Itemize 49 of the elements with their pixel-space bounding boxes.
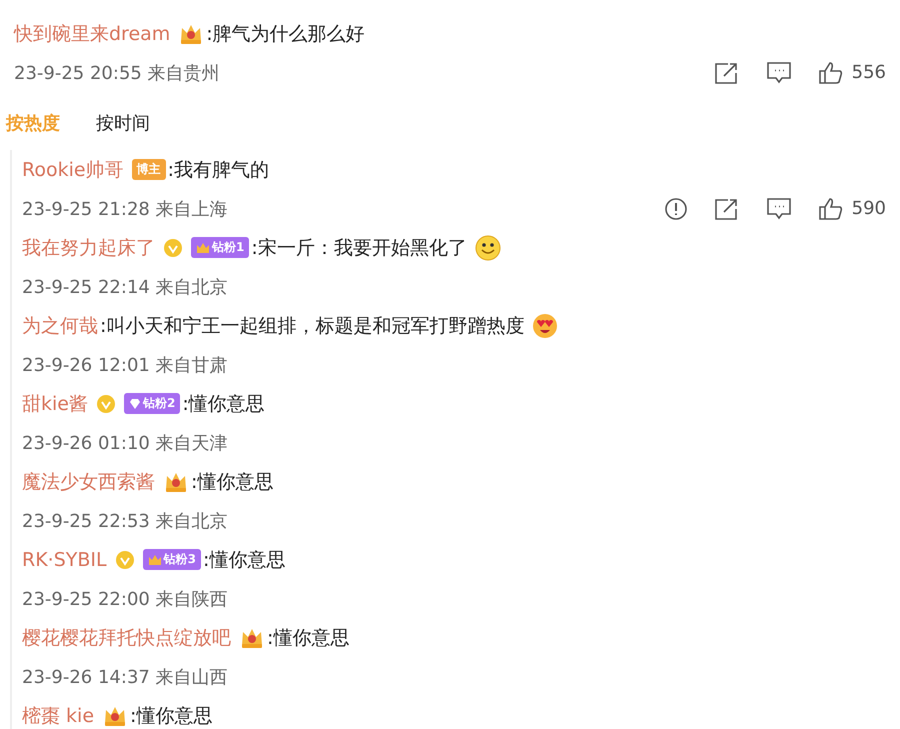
- like-count: 590: [852, 198, 886, 219]
- comment-text: :懂你意思: [130, 704, 212, 728]
- share-icon[interactable]: [714, 60, 740, 84]
- timestamp-location: 23-9-25 22:14 来自北京: [22, 276, 229, 298]
- comment-text: :脾气为什么那么好: [206, 22, 365, 46]
- fan-level-tag: 钻粉1: [191, 237, 250, 258]
- share-icon[interactable]: [714, 196, 740, 220]
- comment-text: :叫小天和宁王一起组排，标题是和冠军打野蹭热度: [100, 314, 524, 338]
- comment-text: :我有脾气的: [168, 158, 269, 182]
- sort-tab[interactable]: 按时间: [96, 111, 150, 135]
- like-count: 556: [852, 62, 886, 83]
- username[interactable]: 甜kie酱: [22, 390, 88, 416]
- comment-text: :宋一斤：我要开始黑化了: [251, 236, 467, 260]
- blogger-tag: 博主: [132, 159, 166, 180]
- report-icon[interactable]: [664, 196, 688, 220]
- username[interactable]: RK·SYBIL: [22, 548, 107, 570]
- comment-icon[interactable]: [766, 60, 792, 84]
- like-icon[interactable]: [818, 60, 844, 84]
- crown-icon: [148, 554, 162, 566]
- timestamp-location: 23-9-25 22:00 来自陕西: [22, 588, 229, 610]
- timestamp-location: 23-9-25 22:53 来自北京: [22, 510, 229, 532]
- timestamp-location: 23-9-26 12:01 来自甘肃: [22, 354, 229, 376]
- diamond-icon: [128, 398, 141, 408]
- smiley-emoji: [474, 234, 501, 260]
- fan-level-tag: 钻粉3: [142, 549, 201, 570]
- timestamp-location: 23-9-26 14:37 来自山西: [22, 666, 229, 688]
- username[interactable]: 樱花樱花拜托快点绽放吧: [22, 624, 231, 650]
- verified-icon: [96, 394, 116, 414]
- username[interactable]: 为之何哉: [22, 312, 98, 338]
- fan-level-tag: 钻粉2: [124, 393, 180, 414]
- comment-text: :懂你意思: [191, 470, 274, 494]
- comment-text: :懂你意思: [182, 392, 265, 416]
- crown-icon: [196, 242, 210, 254]
- like-icon[interactable]: [818, 196, 844, 220]
- sort-tab[interactable]: 按热度: [6, 111, 60, 135]
- username[interactable]: 快到碗里来dream: [14, 20, 170, 46]
- username[interactable]: 樒棗 kie: [22, 702, 94, 728]
- verified-icon: [163, 238, 183, 258]
- username[interactable]: 我在努力起床了: [22, 234, 155, 260]
- comment-icon[interactable]: [766, 196, 792, 220]
- heart-eyes-emoji: [532, 312, 558, 338]
- username[interactable]: Rookie帅哥: [22, 156, 124, 182]
- timestamp-location: 23-9-25 21:28 来自上海: [22, 198, 229, 220]
- comment-text: :懂你意思: [267, 626, 350, 650]
- comment-text: :懂你意思: [202, 548, 286, 572]
- timestamp-location: 23-9-26 01:10 来自天津: [22, 432, 229, 454]
- username[interactable]: 魔法少女西索酱: [22, 468, 155, 494]
- verified-icon: [114, 550, 135, 570]
- timestamp-location: 23-9-25 20:55 来自贵州: [14, 62, 221, 84]
